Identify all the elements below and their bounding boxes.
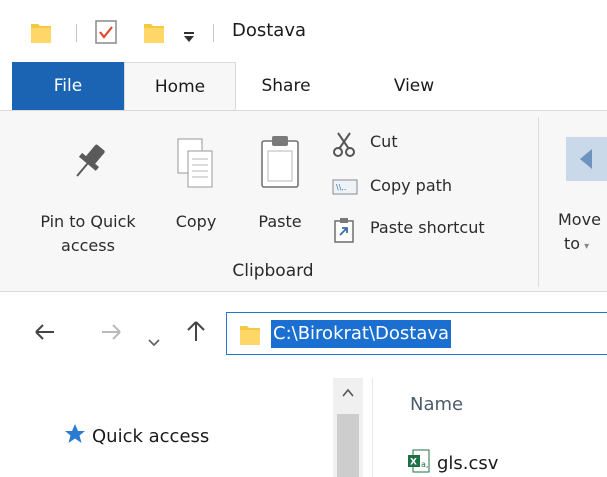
paste-button[interactable]: Paste xyxy=(246,129,314,239)
group-divider xyxy=(538,117,539,287)
back-arrow-icon[interactable] xyxy=(34,322,56,348)
nav-item-quick-access[interactable]: Quick access xyxy=(64,423,210,450)
move-to-icon xyxy=(566,133,607,187)
column-header-name[interactable]: Name xyxy=(410,394,463,415)
window-title: Dostava xyxy=(232,20,307,41)
clipboard-group-label: Clipboard xyxy=(232,261,314,281)
ribbon-tabs: File Home Share View xyxy=(0,62,607,111)
copy-button[interactable]: Copy xyxy=(166,129,226,239)
scissors-icon xyxy=(332,131,356,161)
ribbon-home: Pin to Quick access Copy Paste Cut \\.. … xyxy=(0,110,607,292)
paste-label: Paste xyxy=(258,212,302,231)
scrollbar-thumb[interactable] xyxy=(337,414,359,477)
divider xyxy=(213,24,214,42)
file-row[interactable]: Xa, gls.csv xyxy=(407,449,499,477)
new-folder-icon[interactable] xyxy=(143,20,165,48)
tab-home[interactable]: Home xyxy=(124,62,236,111)
paste-shortcut-label: Paste shortcut xyxy=(370,218,485,237)
copy-icon xyxy=(176,137,216,195)
pane-divider xyxy=(372,378,373,477)
cut-button[interactable]: Cut xyxy=(332,129,412,157)
forward-arrow-icon[interactable] xyxy=(100,322,122,348)
excel-csv-icon: Xa, xyxy=(407,449,431,477)
pin-to-quick-access-button[interactable]: Pin to Quick access xyxy=(18,133,158,257)
move-to-button[interactable]: Move to ▾ xyxy=(550,129,607,253)
scroll-up-icon[interactable] xyxy=(333,382,363,406)
paste-icon xyxy=(260,133,300,195)
svg-text:a,: a, xyxy=(421,460,428,469)
folder-icon xyxy=(239,322,261,350)
svg-text:X: X xyxy=(410,457,417,467)
dropdown-arrow-icon: ▾ xyxy=(584,241,590,252)
svg-text:\\..: \\.. xyxy=(336,183,346,192)
quick-access-label: Quick access xyxy=(92,425,210,447)
tab-file[interactable]: File xyxy=(12,62,124,110)
pin-label-line2: access xyxy=(61,236,115,255)
file-name: gls.csv xyxy=(437,452,499,474)
address-path[interactable]: C:\Birokrat\Dostava xyxy=(271,320,452,348)
customize-dropdown-icon[interactable] xyxy=(183,28,195,47)
properties-check-icon[interactable] xyxy=(95,20,117,48)
navigation-bar: C:\Birokrat\Dostava xyxy=(0,292,607,378)
copy-path-button[interactable]: \\.. Copy path xyxy=(332,173,492,201)
explorer-content: Quick access Name Xa, gls.csv xyxy=(0,378,607,477)
cut-label: Cut xyxy=(370,132,398,151)
tab-view[interactable]: View xyxy=(372,62,456,110)
address-bar[interactable]: C:\Birokrat\Dostava xyxy=(226,312,607,355)
star-icon xyxy=(64,423,86,450)
copy-label: Copy xyxy=(175,212,217,231)
folder-icon xyxy=(30,20,52,48)
move-to-label-line1: Move xyxy=(558,210,601,229)
up-arrow-icon[interactable] xyxy=(186,320,206,348)
paste-shortcut-icon xyxy=(334,217,354,247)
copy-path-icon: \\.. xyxy=(332,179,358,199)
chevron-down-icon[interactable] xyxy=(148,328,160,353)
pin-label-line1: Pin to Quick xyxy=(40,212,136,231)
paste-shortcut-button[interactable]: Paste shortcut xyxy=(332,215,522,243)
divider xyxy=(76,24,77,42)
tab-share[interactable]: Share xyxy=(244,62,328,110)
copy-path-label: Copy path xyxy=(370,176,453,195)
pin-icon xyxy=(68,141,108,189)
title-bar: Dostava xyxy=(0,0,607,62)
move-to-label-line2: to ▾ xyxy=(564,234,590,253)
